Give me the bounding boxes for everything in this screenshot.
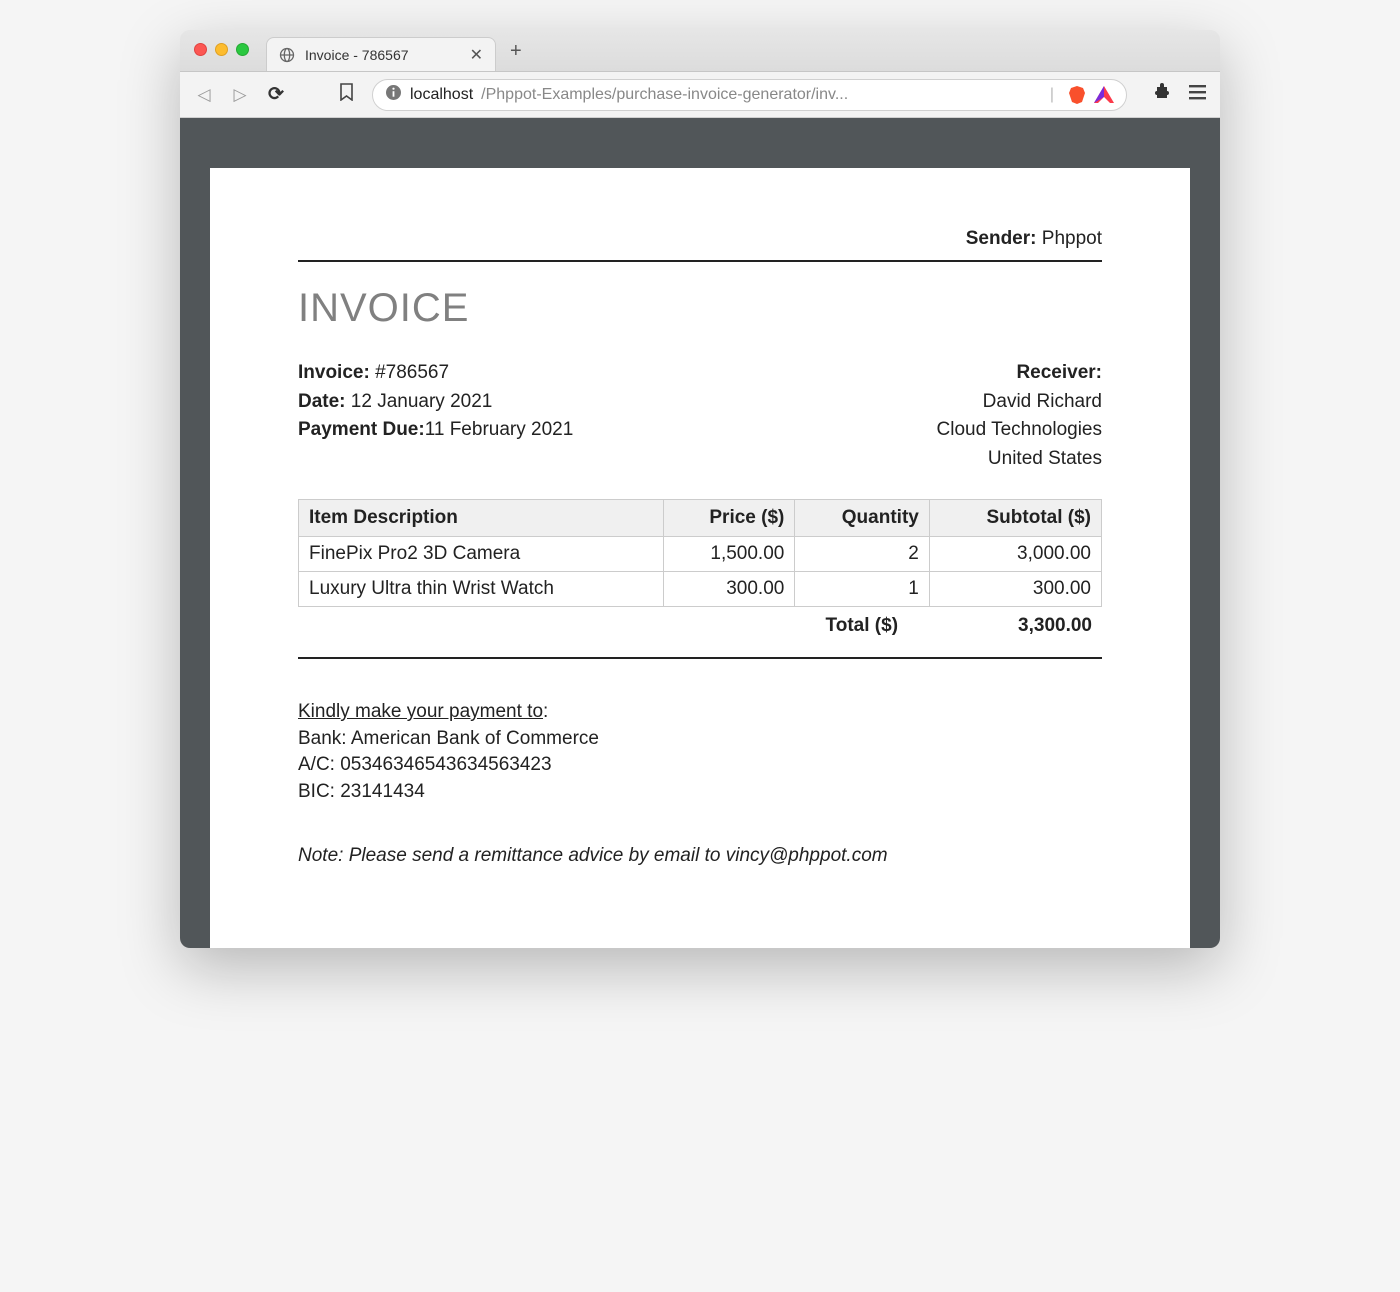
brave-shield-icon[interactable] [1068,85,1086,105]
sender-line: Sender: Phppot [298,228,1102,250]
cell-price: 300.00 [663,572,795,607]
cell-subtotal: 300.00 [929,572,1101,607]
sender-name: Phppot [1042,228,1102,249]
cell-desc: FinePix Pro2 3D Camera [299,537,664,572]
cell-subtotal: 3,000.00 [929,537,1101,572]
extensions-icon[interactable] [1153,83,1171,106]
cell-qty: 2 [795,537,929,572]
menu-icon[interactable] [1189,83,1206,106]
payment-account: A/C: 05346346543634563423 [298,752,1102,779]
invoice-number-label: Invoice: [298,362,370,383]
payment-heading: Kindly make your payment to [298,701,543,722]
browser-window: Invoice - 786567 ✕ + ◁ ▷ ⟳ localhost/Php… [180,30,1220,948]
window-controls [194,43,249,56]
url-host: localhost [410,86,473,104]
minimize-window-button[interactable] [215,43,228,56]
browser-tab[interactable]: Invoice - 786567 ✕ [266,37,496,71]
invoice-date-label: Date: [298,391,346,412]
divider [298,657,1102,659]
address-bar[interactable]: localhost/Phppot-Examples/purchase-invoi… [372,79,1127,111]
table-row: Luxury Ultra thin Wrist Watch 300.00 1 3… [299,572,1102,607]
col-price: Price ($) [663,500,795,537]
bookmark-icon[interactable] [336,83,356,106]
items-table: Item Description Price ($) Quantity Subt… [298,499,1102,607]
toolbar: ◁ ▷ ⟳ localhost/Phppot-Examples/purchase… [180,72,1220,118]
close-window-button[interactable] [194,43,207,56]
reload-button[interactable]: ⟳ [266,83,286,106]
payment-due: 11 February 2021 [425,419,574,440]
document-title: INVOICE [298,286,1102,331]
table-row: FinePix Pro2 3D Camera 1,500.00 2 3,000.… [299,537,1102,572]
maximize-window-button[interactable] [236,43,249,56]
bat-icon[interactable] [1094,86,1114,103]
sender-label: Sender: [966,228,1037,249]
meta-row: Invoice: #786567 Date: 12 January 2021 P… [298,359,1102,473]
close-tab-icon[interactable]: ✕ [470,45,483,65]
cell-price: 1,500.00 [663,537,795,572]
payment-info: Kindly make your payment to: Bank: Ameri… [298,699,1102,805]
divider [298,260,1102,262]
payment-bank: Bank: American Bank of Commerce [298,726,1102,753]
receiver-meta: Receiver: David Richard Cloud Technologi… [937,359,1103,473]
col-quantity: Quantity [795,500,929,537]
receiver-country: United States [937,445,1103,474]
titlebar: Invoice - 786567 ✕ + [180,30,1220,72]
total-value: 3,300.00 [1018,615,1092,637]
invoice-number: #786567 [375,362,449,383]
receiver-label: Receiver: [1016,362,1102,383]
invoice-meta: Invoice: #786567 Date: 12 January 2021 P… [298,359,573,473]
total-row: Total ($) 3,300.00 [298,607,1102,637]
cell-qty: 1 [795,572,929,607]
viewport: Sender: Phppot INVOICE Invoice: #786567 … [180,118,1220,948]
cell-desc: Luxury Ultra thin Wrist Watch [299,572,664,607]
url-path: /Phppot-Examples/purchase-invoice-genera… [481,86,1036,104]
globe-icon [279,47,295,63]
col-description: Item Description [299,500,664,537]
payment-due-label: Payment Due: [298,419,425,440]
site-info-icon[interactable] [385,84,402,106]
receiver-company: Cloud Technologies [937,416,1103,445]
table-header-row: Item Description Price ($) Quantity Subt… [299,500,1102,537]
forward-button[interactable]: ▷ [230,85,250,105]
receiver-name: David Richard [937,388,1103,417]
payment-bic: BIC: 23141434 [298,779,1102,806]
new-tab-button[interactable]: + [504,38,528,65]
back-button[interactable]: ◁ [194,85,214,105]
toolbar-right [1153,83,1206,106]
invoice-date: 12 January 2021 [351,391,493,412]
remittance-note: Note: Please send a remittance advice by… [298,845,1102,867]
total-label: Total ($) [826,615,898,637]
invoice-document: Sender: Phppot INVOICE Invoice: #786567 … [210,168,1190,948]
tab-title: Invoice - 786567 [305,47,460,63]
col-subtotal: Subtotal ($) [929,500,1101,537]
